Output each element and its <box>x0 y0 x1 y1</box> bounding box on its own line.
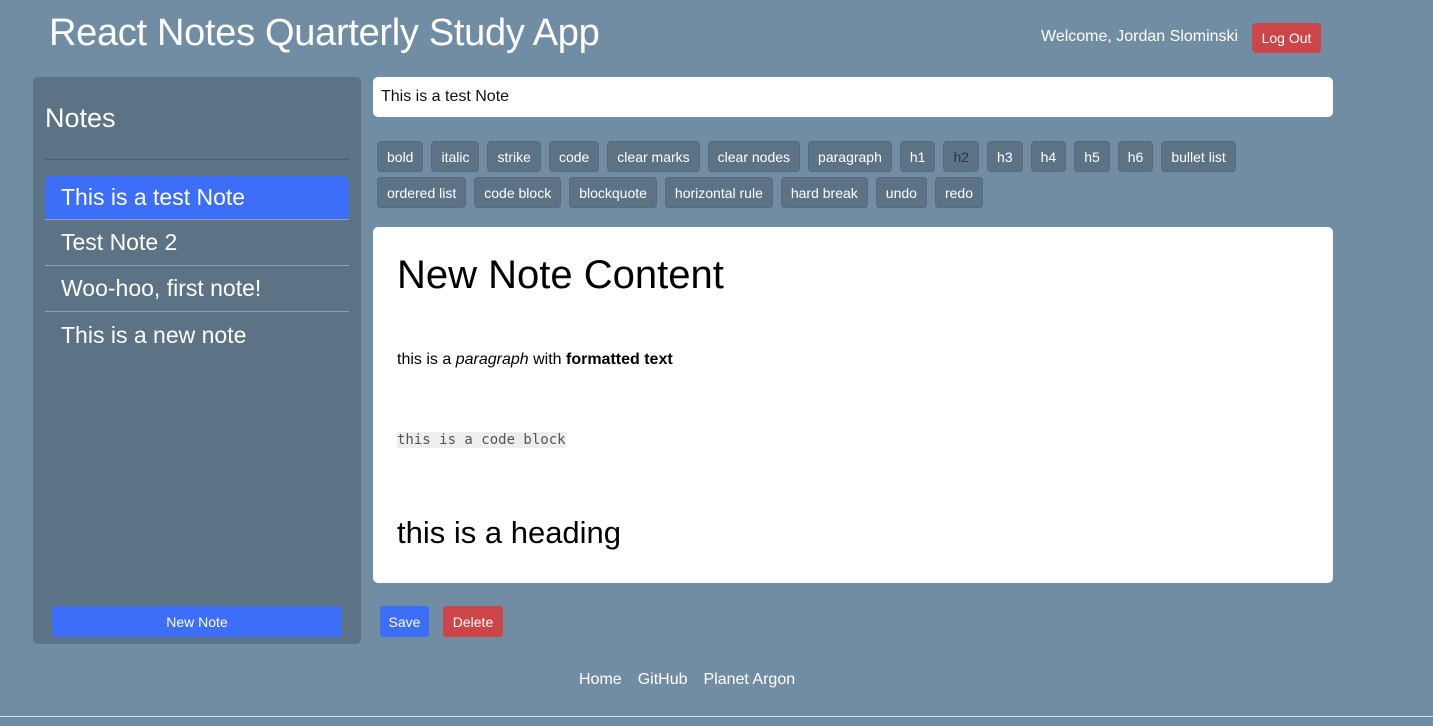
note-content-editor[interactable]: New Note Content this is a paragraph wit… <box>373 227 1333 583</box>
toolbar-h1-button[interactable]: h1 <box>899 141 936 172</box>
new-note-button[interactable]: New Note <box>52 606 342 637</box>
content-heading-2: this is a heading <box>397 515 622 550</box>
note-list-item[interactable]: Woo-hoo, first note! <box>45 266 349 312</box>
toolbar-clear-marks-button[interactable]: clear marks <box>607 141 700 172</box>
delete-button[interactable]: Delete <box>443 606 503 637</box>
note-list-item[interactable]: Test Note 2 <box>45 220 349 266</box>
paragraph-text: with <box>528 351 566 368</box>
editor-toolbar: bold italic strike code clear marks clea… <box>377 141 1257 208</box>
toolbar-paragraph-button[interactable]: paragraph <box>808 141 892 172</box>
toolbar-strike-button[interactable]: strike <box>487 141 541 172</box>
notes-sidebar: Notes This is a test Note Test Note 2 Wo… <box>33 77 361 644</box>
note-list: This is a test Note Test Note 2 Woo-hoo,… <box>45 176 349 358</box>
footer-divider <box>0 716 1433 717</box>
paragraph-bold-text: formatted text <box>565 351 673 368</box>
toolbar-blockquote-button[interactable]: blockquote <box>569 177 657 208</box>
app-title: React Notes Quarterly Study App <box>49 12 600 54</box>
content-code-block: this is a code block <box>397 432 566 448</box>
toolbar-italic-button[interactable]: italic <box>431 141 480 172</box>
toolbar-bold-button[interactable]: bold <box>377 141 424 172</box>
sidebar-title: Notes <box>45 103 116 133</box>
toolbar-code-block-button[interactable]: code block <box>474 177 562 208</box>
toolbar-hard-break-button[interactable]: hard break <box>780 177 868 208</box>
paragraph-text: this is a <box>397 351 456 368</box>
toolbar-h6-button[interactable]: h6 <box>1117 141 1154 172</box>
welcome-message: Welcome, Jordan Slominski <box>1041 28 1239 45</box>
note-list-item[interactable]: This is a test Note <box>45 176 349 220</box>
content-paragraph: this is a paragraph with formatted text <box>397 351 673 369</box>
toolbar-undo-button[interactable]: undo <box>875 177 927 208</box>
footer-nav: Home GitHub Planet Argon <box>579 671 795 689</box>
toolbar-h2-button[interactable]: h2 <box>943 141 980 172</box>
logout-button[interactable]: Log Out <box>1252 23 1321 53</box>
sidebar-divider <box>45 159 349 160</box>
toolbar-bullet-list-button[interactable]: bullet list <box>1161 141 1236 172</box>
content-heading-1: New Note Content <box>397 253 724 297</box>
footer-link-home[interactable]: Home <box>579 671 622 689</box>
footer-link-github[interactable]: GitHub <box>638 671 688 689</box>
toolbar-h3-button[interactable]: h3 <box>987 141 1023 172</box>
toolbar-h5-button[interactable]: h5 <box>1074 141 1110 172</box>
toolbar-h4-button[interactable]: h4 <box>1030 141 1067 172</box>
note-title-input[interactable] <box>373 77 1333 117</box>
toolbar-redo-button[interactable]: redo <box>934 177 983 208</box>
toolbar-horizontal-rule-button[interactable]: horizontal rule <box>664 177 773 208</box>
paragraph-italic-text: paragraph <box>455 351 529 368</box>
note-list-item[interactable]: This is a new note <box>45 312 349 358</box>
toolbar-ordered-list-button[interactable]: ordered list <box>377 177 467 208</box>
toolbar-clear-nodes-button[interactable]: clear nodes <box>707 141 801 172</box>
toolbar-code-button[interactable]: code <box>548 141 600 172</box>
footer-link-planet-argon[interactable]: Planet Argon <box>703 671 795 689</box>
app-header: React Notes Quarterly Study App Welcome,… <box>0 0 1433 72</box>
save-button[interactable]: Save <box>380 606 429 637</box>
